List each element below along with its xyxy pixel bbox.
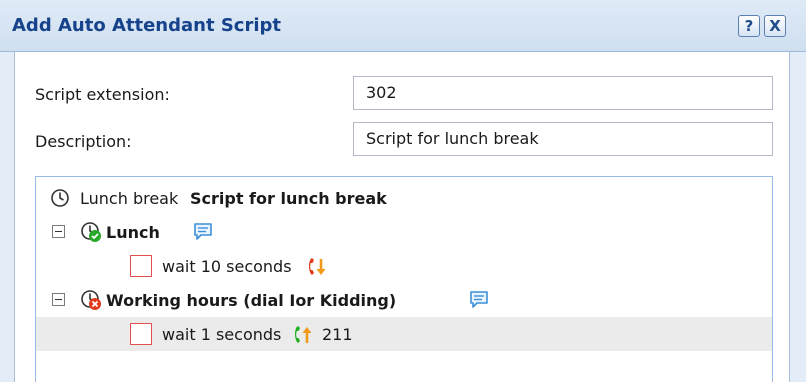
tree-node-working-hours[interactable]: Working hours (dial Ior Kidding) xyxy=(36,283,772,317)
tree-root-name: Lunch break xyxy=(80,189,179,208)
description-input[interactable]: Script for lunch break xyxy=(353,122,773,156)
node-label-lunch: Lunch xyxy=(106,223,160,242)
tree-root-row[interactable]: Lunch break Script for lunch break xyxy=(36,181,772,215)
clock-active-icon xyxy=(81,222,101,242)
clock-inactive-icon xyxy=(81,290,101,310)
collapse-toggle[interactable] xyxy=(52,293,65,306)
help-button[interactable]: ? xyxy=(738,15,760,37)
action-text: wait 1 seconds xyxy=(162,325,282,344)
hangup-red-icon xyxy=(309,258,326,275)
close-button[interactable]: X xyxy=(764,15,786,37)
comment-bubble-icon[interactable] xyxy=(192,221,214,243)
collapse-toggle[interactable] xyxy=(52,225,65,238)
dialog-title: Add Auto Attendant Script xyxy=(12,15,281,36)
add-auto-attendant-dialog: Add Auto Attendant Script ? X Script ext… xyxy=(0,0,806,382)
action-target: 211 xyxy=(322,325,353,344)
tree-node-lunch[interactable]: Lunch xyxy=(36,215,772,249)
tree-action-row-selected[interactable]: wait 1 seconds 211 xyxy=(36,317,772,351)
description-label: Description: xyxy=(35,132,132,151)
script-tree: Lunch break Script for lunch break Lunch xyxy=(35,176,773,382)
tree-action-row[interactable]: wait 10 seconds xyxy=(36,249,772,283)
action-checkbox[interactable] xyxy=(130,255,152,277)
action-text: wait 10 seconds xyxy=(162,257,292,276)
dialog-titlebar: Add Auto Attendant Script ? X xyxy=(0,0,806,52)
script-extension-label: Script extension: xyxy=(35,85,170,104)
call-green-icon xyxy=(295,326,312,343)
tree-root-description: Script for lunch break xyxy=(190,189,387,208)
dialog-body: Script extension: 302 Description: Scrip… xyxy=(14,52,790,382)
clock-icon xyxy=(51,189,69,207)
comment-bubble-icon[interactable] xyxy=(468,289,490,311)
action-checkbox[interactable] xyxy=(130,323,152,345)
node-label-working-hours: Working hours (dial Ior Kidding) xyxy=(106,291,397,310)
script-extension-input[interactable]: 302 xyxy=(353,76,773,110)
